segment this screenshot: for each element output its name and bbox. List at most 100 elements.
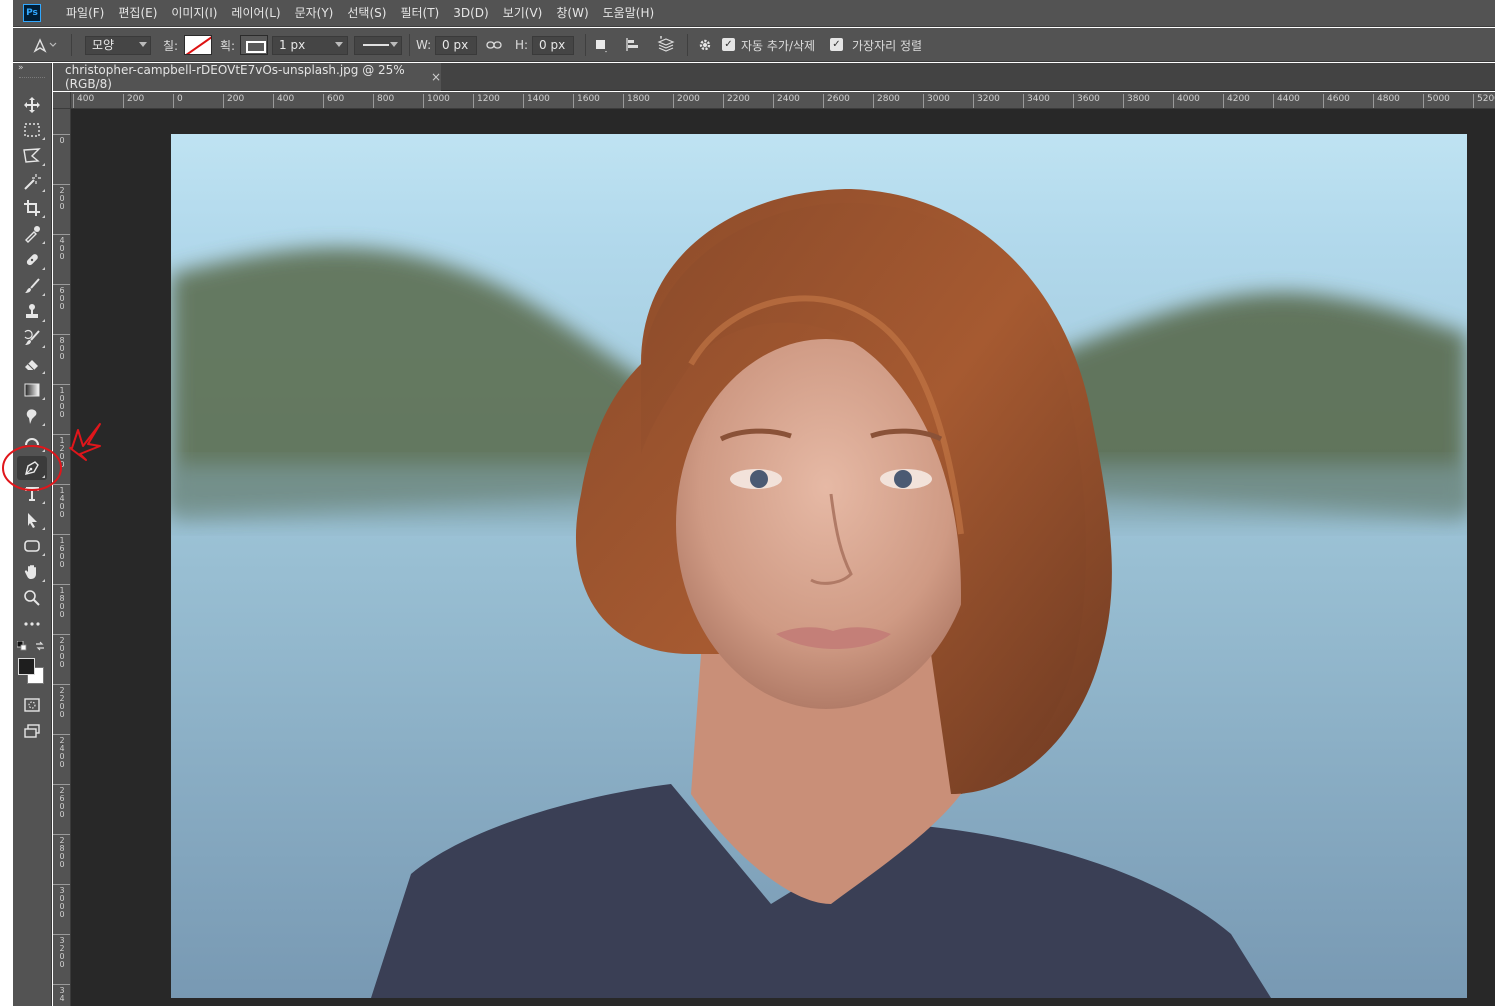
height-input[interactable]: 0 px xyxy=(532,36,574,55)
ruler-tick-label: 600 xyxy=(53,284,70,311)
brush-tool[interactable] xyxy=(17,274,47,298)
link-icon[interactable] xyxy=(484,36,504,54)
ruler-tick-label: 2600 xyxy=(823,94,850,108)
path-operations-icon[interactable] xyxy=(591,36,611,54)
screen-mode-button[interactable] xyxy=(17,719,47,743)
eyedropper-tool[interactable] xyxy=(17,222,47,246)
width-input[interactable]: 0 px xyxy=(435,36,477,55)
path-arrangement-icon[interactable] xyxy=(656,36,676,54)
mode-dropdown[interactable]: 모양 xyxy=(85,36,151,55)
color-swatches xyxy=(18,658,48,688)
stroke-swatch[interactable] xyxy=(240,35,268,55)
ruler-tick-label: 3600 xyxy=(1073,94,1100,108)
healing-brush-tool[interactable] xyxy=(17,248,47,272)
tool-preset-picker[interactable] xyxy=(31,36,59,54)
menu-filter[interactable]: 필터(T) xyxy=(393,0,446,27)
stroke-line-icon xyxy=(363,44,389,46)
magic-wand-tool[interactable] xyxy=(17,170,47,194)
horizontal-ruler[interactable]: 400 200 0 200 400 600 800 1000 1200 1400 1600 1800 2… xyxy=(71,92,1495,109)
crop-tool[interactable] xyxy=(17,196,47,220)
ruler-tick-label: 1200 xyxy=(53,434,70,469)
portrait-photo xyxy=(171,189,1467,998)
move-icon xyxy=(24,97,40,113)
type-icon xyxy=(25,487,39,501)
ruler-tick-label: 4200 xyxy=(1223,94,1250,108)
ruler-tick-label: 400 xyxy=(53,234,70,261)
menu-view[interactable]: 보기(V) xyxy=(496,0,550,27)
align-edges-label: 가장자리 정렬 xyxy=(852,38,923,53)
ruler-tick-label: 3000 xyxy=(53,884,70,919)
hand-tool[interactable] xyxy=(17,560,47,584)
document-tab[interactable]: christopher-campbell-rDEOVtE7vOs-unsplas… xyxy=(53,63,441,91)
canvas-area[interactable] xyxy=(71,109,1495,1006)
swap-colors-icon[interactable] xyxy=(35,641,45,651)
stroke-type-dropdown[interactable] xyxy=(354,36,402,55)
type-tool[interactable] xyxy=(17,482,47,506)
menu-3d[interactable]: 3D(D) xyxy=(446,0,495,27)
menu-type[interactable]: 문자(Y) xyxy=(288,0,341,27)
ruler-tick-label: 1800 xyxy=(53,584,70,619)
ruler-tick-label: 1600 xyxy=(573,94,600,108)
ruler-tick-label: 400 xyxy=(73,94,94,108)
zoom-tool[interactable] xyxy=(17,586,47,610)
ellipsis-icon xyxy=(24,622,40,626)
fill-swatch[interactable] xyxy=(184,35,212,55)
menu-layer[interactable]: 레이어(L) xyxy=(224,0,287,27)
menu-select[interactable]: 선택(S) xyxy=(340,0,393,27)
pen-tool[interactable] xyxy=(17,456,47,480)
eyedropper-icon xyxy=(25,226,40,243)
menu-file[interactable]: 파일(F) xyxy=(59,0,111,27)
zoom-icon xyxy=(24,590,40,606)
clone-stamp-tool[interactable] xyxy=(17,300,47,324)
ruler-tick-label: 3800 xyxy=(1123,94,1150,108)
ruler-tick-label: 2800 xyxy=(873,94,900,108)
path-alignment-icon[interactable] xyxy=(623,36,643,54)
quick-mask-button[interactable] xyxy=(17,693,47,717)
ruler-tick-label: 1800 xyxy=(623,94,650,108)
ruler-tick-label: 400 xyxy=(273,94,294,108)
more-tools[interactable] xyxy=(17,612,47,636)
align-edges-checkbox[interactable]: ✓ xyxy=(830,38,843,51)
stroke-width-input[interactable]: 1 px xyxy=(272,36,348,55)
dodge-tool[interactable] xyxy=(17,430,47,454)
document-tab-bar: christopher-campbell-rDEOVtE7vOs-unsplas… xyxy=(53,63,1495,91)
gear-icon[interactable] xyxy=(695,36,715,54)
menu-help[interactable]: 도움말(H) xyxy=(596,0,662,27)
default-colors-icon[interactable] xyxy=(17,641,27,651)
panel-grip[interactable] xyxy=(19,77,45,79)
ruler-origin[interactable] xyxy=(53,92,71,109)
eraser-tool[interactable] xyxy=(17,352,47,376)
ruler-tick-label: 5000 xyxy=(1423,94,1450,108)
path-selection-tool[interactable] xyxy=(17,508,47,532)
move-tool[interactable] xyxy=(17,93,47,117)
ruler-tick-label: 5200 xyxy=(1473,94,1495,108)
menu-bar: Ps 파일(F) 편집(E) 이미지(I) 레이어(L) 문자(Y) 선택(S)… xyxy=(13,0,1495,27)
ruler-tick-label: 4800 xyxy=(1373,94,1400,108)
gradient-tool[interactable] xyxy=(17,378,47,402)
smudge-tool[interactable] xyxy=(17,404,47,428)
document-image[interactable] xyxy=(171,134,1467,998)
marquee-tool[interactable] xyxy=(17,118,47,142)
close-icon[interactable]: × xyxy=(431,70,441,84)
ruler-tick-label: 1400 xyxy=(523,94,550,108)
shape-tool[interactable] xyxy=(17,534,47,558)
chevron-down-icon xyxy=(390,42,398,47)
ruler-tick-label: 3200 xyxy=(973,94,1000,108)
ruler-tick-label: 2200 xyxy=(723,94,750,108)
auto-add-delete-checkbox[interactable]: ✓ xyxy=(722,38,735,51)
foreground-color-swatch[interactable] xyxy=(18,658,35,675)
menu-image[interactable]: 이미지(I) xyxy=(164,0,224,27)
vertical-ruler[interactable]: 0 200 400 600 800 1000 1200 1400 1600 1800 2000 220… xyxy=(53,109,71,1006)
history-brush-tool[interactable] xyxy=(17,326,47,350)
magic-wand-icon xyxy=(24,174,41,190)
menu-window[interactable]: 창(W) xyxy=(549,0,595,27)
menu-edit[interactable]: 편집(E) xyxy=(111,0,164,27)
ruler-tick-label: 200 xyxy=(123,94,144,108)
ruler-tick-label: 34 xyxy=(53,984,70,1003)
quick-mask-icon xyxy=(24,698,40,712)
pen-tool-icon xyxy=(33,38,57,53)
lasso-tool[interactable] xyxy=(17,144,47,168)
dodge-icon xyxy=(25,438,39,446)
rectangular-marquee-icon xyxy=(24,123,40,137)
eraser-icon xyxy=(25,360,38,371)
